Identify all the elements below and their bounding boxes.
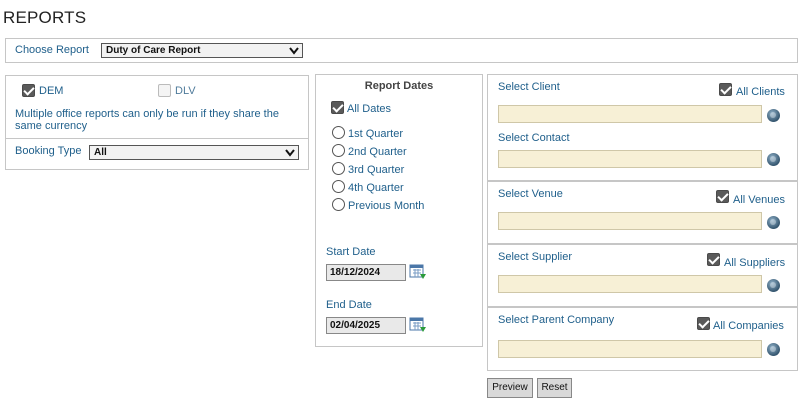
all-suppliers-label: All Suppliers	[724, 257, 786, 269]
booking-type-select[interactable]: All	[89, 145, 299, 160]
choose-report-panel: Choose Report Duty of Care Report	[5, 38, 798, 63]
select-contact-label: Select Contact	[498, 132, 570, 144]
all-venues-checkbox[interactable]	[716, 190, 729, 203]
booking-type-label: Booking Type	[15, 145, 82, 157]
preview-button[interactable]: Preview	[487, 378, 533, 398]
all-dates-label: All Dates	[347, 103, 392, 115]
select-parent-company-label: Select Parent Company	[498, 314, 615, 326]
radio-previous-month[interactable]	[332, 198, 345, 211]
offices-panel: DEM DLV Multiple office reports can only…	[5, 75, 309, 139]
all-companies-label: All Companies	[713, 320, 784, 332]
choose-report-label: Choose Report	[15, 44, 89, 56]
client-input[interactable]	[498, 105, 762, 123]
offices-note: Multiple office reports can only be run …	[15, 108, 279, 132]
start-date-input[interactable]: 18/12/2024	[326, 264, 406, 281]
radio-2nd-quarter[interactable]	[332, 144, 345, 157]
choose-report-select[interactable]: Duty of Care Report	[101, 43, 303, 58]
globe-icon[interactable]	[767, 343, 780, 356]
all-clients-checkbox[interactable]	[719, 83, 732, 96]
radio-3rd-quarter[interactable]	[332, 162, 345, 175]
all-companies-checkbox[interactable]	[697, 317, 710, 330]
dlv-checkbox[interactable]	[158, 84, 171, 97]
calendar-icon[interactable]	[409, 317, 427, 333]
dem-checkbox[interactable]	[22, 84, 35, 97]
calendar-icon[interactable]	[409, 264, 427, 280]
start-date-label: Start Date	[326, 246, 376, 258]
globe-icon[interactable]	[767, 109, 780, 122]
booking-type-value: All	[94, 147, 107, 158]
reset-button[interactable]: Reset	[537, 378, 572, 398]
radio-4th-quarter[interactable]	[332, 180, 345, 193]
report-dates-panel: Report Dates All Dates 1st Quarter 2nd Q…	[315, 74, 483, 347]
radio-3rd-quarter-label: 3rd Quarter	[348, 164, 405, 176]
globe-icon[interactable]	[767, 216, 780, 229]
radio-1st-quarter-label: 1st Quarter	[348, 128, 404, 140]
radio-4th-quarter-label: 4th Quarter	[348, 182, 404, 194]
all-dates-checkbox[interactable]	[331, 101, 344, 114]
chevron-down-icon	[289, 47, 299, 55]
select-venue-label: Select Venue	[498, 188, 563, 200]
globe-icon[interactable]	[767, 279, 780, 292]
report-dates-title: Report Dates	[364, 80, 434, 92]
contact-input[interactable]	[498, 150, 762, 168]
select-client-label: Select Client	[498, 81, 560, 93]
select-supplier-label: Select Supplier	[498, 251, 572, 263]
page-title: REPORTS	[3, 8, 87, 27]
booking-type-panel: Booking Type All	[5, 138, 309, 170]
radio-1st-quarter[interactable]	[332, 126, 345, 139]
choose-report-value: Duty of Care Report	[106, 45, 201, 56]
client-contact-panel: Select Client All Clients Select Contact	[487, 74, 798, 181]
all-clients-label: All Clients	[736, 86, 785, 98]
all-suppliers-checkbox[interactable]	[707, 253, 720, 266]
end-date-label: End Date	[326, 299, 372, 311]
parent-company-input[interactable]	[498, 340, 762, 358]
supplier-input[interactable]	[498, 275, 762, 293]
parent-company-panel: Select Parent Company All Companies	[487, 307, 798, 371]
supplier-panel: Select Supplier All Suppliers	[487, 244, 798, 307]
radio-previous-month-label: Previous Month	[348, 200, 425, 212]
dem-label: DEM	[39, 85, 64, 97]
dlv-label: DLV	[175, 85, 196, 97]
chevron-down-icon	[285, 149, 295, 157]
all-venues-label: All Venues	[733, 194, 785, 206]
radio-2nd-quarter-label: 2nd Quarter	[348, 146, 407, 158]
end-date-input[interactable]: 02/04/2025	[326, 317, 406, 334]
globe-icon[interactable]	[767, 153, 780, 166]
venue-input[interactable]	[498, 212, 762, 230]
venue-panel: Select Venue All Venues	[487, 181, 798, 244]
